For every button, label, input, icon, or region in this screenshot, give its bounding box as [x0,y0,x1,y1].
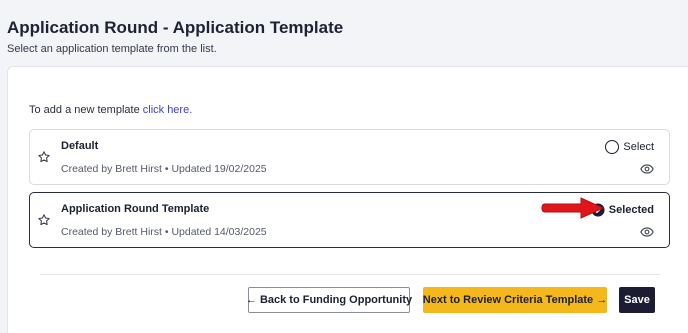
add-template-hint-text: To add a new template [29,104,143,116]
add-template-link[interactable]: click here. [143,104,193,116]
add-template-hint: To add a new template click here. [29,104,192,116]
select-label: Select [623,141,654,153]
star-icon[interactable] [37,213,51,227]
next-to-review-criteria-button[interactable]: Next to Review Criteria Template → [423,287,607,313]
page-title: Application Round - Application Template [7,18,344,37]
template-meta: Created by Brett Hirst • Updated 14/03/2… [61,226,267,238]
save-button[interactable]: Save [619,287,655,313]
back-to-funding-opportunity-button[interactable]: ← Back to Funding Opportunity [246,287,412,313]
template-card-default[interactable]: Default Created by Brett Hirst • Updated… [29,129,670,185]
template-name: Application Round Template [61,203,210,215]
annotation-arrow-icon [541,197,605,219]
page-subtitle: Select an application template from the … [7,43,217,55]
template-name: Default [61,140,99,152]
selected-label: Selected [608,204,654,216]
eye-icon[interactable] [640,226,654,238]
radio-empty-icon [605,140,620,154]
footer-divider [40,274,660,275]
template-meta: Created by Brett Hirst • Updated 19/02/2… [61,163,267,175]
select-template-button[interactable]: Select [605,139,654,155]
star-icon[interactable] [37,150,51,164]
eye-icon[interactable] [640,163,654,175]
